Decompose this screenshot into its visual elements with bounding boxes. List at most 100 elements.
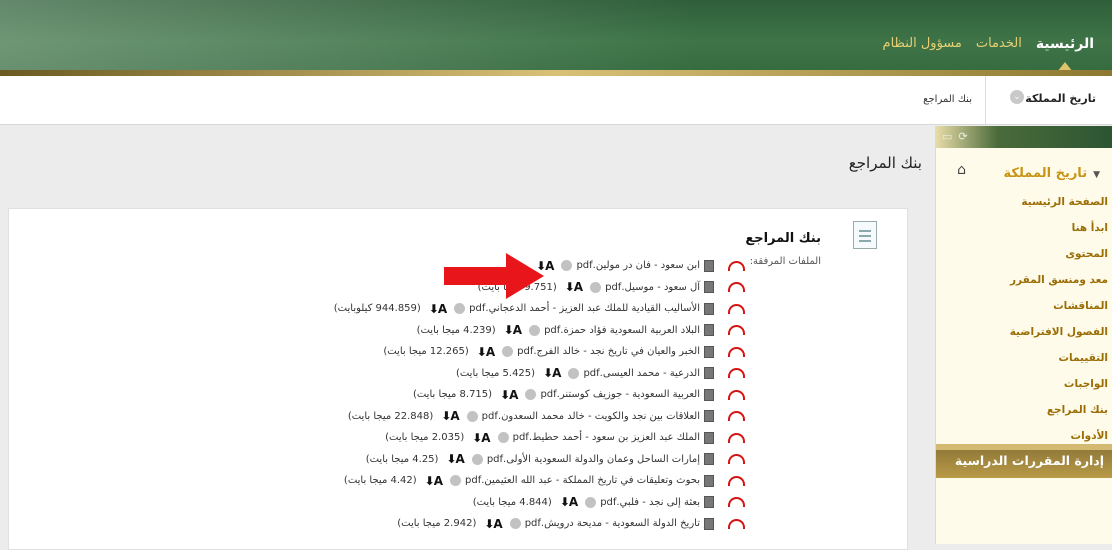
chevron-down-icon[interactable]: ⌄	[1010, 90, 1024, 104]
chevron-down-icon[interactable]	[466, 410, 478, 422]
download-font-icon[interactable]: A⬇	[500, 388, 518, 402]
list-item: الملك عبد العزيز بن سعود - أحمد حطيط.pdf…	[334, 427, 745, 449]
download-font-icon[interactable]: A⬇	[425, 474, 443, 488]
file-name[interactable]: الخبر والعيان في تاريخ نجد - خالد الفرج.…	[517, 346, 700, 357]
file-name[interactable]: العربية السعودية - جوزيف كوستنر.pdf	[540, 389, 700, 400]
file-icon	[704, 259, 714, 272]
file-status-icon	[728, 260, 745, 271]
menu-item-discussions[interactable]: المناقشات	[936, 293, 1108, 319]
list-item: تاريخ الدولة السعودية - مديحة درويش.pdf …	[334, 513, 745, 535]
list-item: الخبر والعيان في تاريخ نجد - خالد الفرج.…	[334, 341, 745, 363]
menu-item-instructor[interactable]: معد ومنسق المقرر	[936, 267, 1108, 293]
file-icon	[704, 281, 714, 294]
course-menu: ▭ ⟳ ▼ تاريخ المملكة الصفحة الرئيسية ابدأ …	[935, 126, 1112, 544]
course-management-button[interactable]: إدارة المقررات الدراسية	[936, 444, 1112, 478]
file-size: (22.848 ميجا بايت)	[347, 410, 434, 422]
download-font-icon[interactable]: A⬇	[472, 431, 490, 445]
course-menu-list: الصفحة الرئيسية ابدأ هنا المحتوى معد ومن…	[936, 189, 1112, 449]
download-font-icon[interactable]: A⬇	[560, 495, 578, 509]
menu-item-assessments[interactable]: التقييمات	[936, 345, 1109, 371]
file-size: (4.25 ميجا بايت)	[365, 453, 439, 465]
menu-item-assignments[interactable]: الواجبات	[936, 371, 1108, 397]
chevron-down-icon[interactable]	[450, 475, 462, 487]
file-icon	[704, 345, 714, 358]
menu-item-home[interactable]: الصفحة الرئيسية	[936, 189, 1108, 215]
chevron-down-icon[interactable]	[454, 303, 466, 315]
content-area: ⌂ بنك المراجع بنك المراجع الملفات المرفق…	[0, 126, 966, 550]
chevron-down-icon[interactable]	[585, 496, 597, 508]
content-item-title[interactable]: بنك المراجع	[745, 231, 821, 246]
file-status-icon	[728, 411, 745, 422]
menu-item-start-here[interactable]: ابدأ هنا	[936, 215, 1108, 241]
file-status-icon	[728, 497, 745, 508]
file-name[interactable]: بعثة إلى نجد - فلبي.pdf	[600, 497, 700, 508]
course-menu-title-text: تاريخ المملكة	[1003, 166, 1088, 181]
download-font-icon[interactable]: A⬇	[429, 302, 447, 316]
file-name[interactable]: الدرعية - محمد العيسى.pdf	[583, 368, 700, 379]
breadcrumb: تاريخ المملكة ⌄ بنك المراجع	[0, 76, 1112, 125]
list-item: العلاقات بين نجد والكويت - خالد محمد الس…	[334, 406, 745, 428]
refresh-icon[interactable]: ⟳	[958, 130, 967, 143]
file-status-icon	[728, 389, 745, 400]
chevron-down-icon[interactable]	[471, 453, 483, 465]
file-icon	[704, 496, 714, 509]
menu-item-content[interactable]: المحتوى	[936, 241, 1108, 267]
file-status-icon	[728, 454, 745, 465]
file-icon	[704, 324, 714, 337]
home-icon[interactable]: ⌂	[957, 162, 966, 178]
download-font-icon[interactable]: A⬇	[441, 409, 459, 423]
file-icon	[704, 410, 714, 423]
chevron-down-icon[interactable]	[561, 260, 573, 272]
menu-toolbar: ▭ ⟳	[936, 126, 1112, 148]
file-name[interactable]: ابن سعود - فان در مولين.pdf	[576, 260, 700, 271]
chevron-down-icon[interactable]	[568, 367, 580, 379]
file-name[interactable]: البلاد العربية السعودية فؤاد حمزة.pdf	[544, 325, 700, 336]
list-item: الدرعية - محمد العيسى.pdf A⬇ (5.425 ميجا…	[334, 363, 745, 385]
file-status-icon	[728, 282, 745, 293]
chevron-down-icon[interactable]	[497, 432, 509, 444]
list-item: الأساليب القيادية للملك عبد العزيز - أحم…	[334, 298, 745, 320]
file-size: (4.239 ميجا بايت)	[416, 324, 496, 336]
file-name[interactable]: تاريخ الدولة السعودية - مديحة درويش.pdf	[525, 518, 700, 529]
menu-item-references-bank[interactable]: بنك المراجع	[936, 397, 1108, 423]
list-item: البلاد العربية السعودية فؤاد حمزة.pdf A⬇…	[334, 320, 745, 342]
tab-home[interactable]: الرئيسية	[1036, 36, 1094, 72]
annotation-arrow-icon	[444, 253, 544, 299]
file-name[interactable]: الملك عبد العزيز بن سعود - أحمد حطيط.pdf	[513, 432, 700, 443]
chevron-down-icon[interactable]	[509, 518, 521, 530]
download-font-icon[interactable]: A⬇	[565, 280, 583, 294]
file-status-icon	[728, 303, 745, 314]
top-header: الرئيسية الخدمات مسؤول النظام	[0, 0, 1112, 76]
file-size: (944.859 كيلوبايت)	[333, 303, 421, 315]
download-font-icon[interactable]: A⬇	[484, 517, 502, 531]
file-icon	[704, 453, 714, 466]
chevron-down-icon[interactable]	[502, 346, 514, 358]
header-shade	[0, 0, 700, 70]
file-icon	[704, 431, 714, 444]
download-font-icon[interactable]: A⬇	[477, 345, 495, 359]
folder-icon[interactable]: ▭	[942, 130, 952, 143]
list-item: العربية السعودية - جوزيف كوستنر.pdf A⬇ (…	[334, 384, 745, 406]
top-nav: الرئيسية الخدمات مسؤول النظام	[883, 36, 1094, 72]
file-name[interactable]: آل سعود - موسيل.pdf	[605, 282, 700, 293]
tab-system-admin[interactable]: مسؤول النظام	[883, 36, 962, 52]
file-name[interactable]: بحوث وتعليقات في تاريخ المملكة - عبد الل…	[465, 475, 700, 486]
file-size: (5.425 ميجا بايت)	[455, 367, 536, 379]
menu-toolbar-icons: ▭ ⟳	[942, 130, 968, 143]
file-name[interactable]: العلاقات بين نجد والكويت - خالد محمد الس…	[482, 411, 700, 422]
download-font-icon[interactable]: A⬇	[504, 323, 522, 337]
chevron-down-icon[interactable]	[529, 324, 541, 336]
chevron-down-icon[interactable]	[525, 389, 537, 401]
chevron-down-icon[interactable]	[590, 281, 602, 293]
menu-item-virtual-classes[interactable]: الفصول الافتراضية	[936, 319, 1108, 345]
breadcrumb-course[interactable]: تاريخ المملكة	[1025, 92, 1096, 105]
file-name[interactable]: الأساليب القيادية للملك عبد العزيز - أحم…	[469, 303, 700, 314]
file-size: (12.265 ميجا بايت)	[383, 346, 469, 358]
file-name[interactable]: إمارات الساحل وعمان والدولة السعودية الأ…	[487, 454, 700, 465]
file-size: (4.844 ميجا بايت)	[472, 496, 552, 508]
tab-services[interactable]: الخدمات	[976, 36, 1022, 52]
download-font-icon[interactable]: A⬇	[446, 452, 464, 466]
file-size: (4.42 ميجا بايت)	[343, 475, 417, 487]
page-title: بنك المراجع	[848, 154, 922, 172]
download-font-icon[interactable]: A⬇	[543, 366, 561, 380]
